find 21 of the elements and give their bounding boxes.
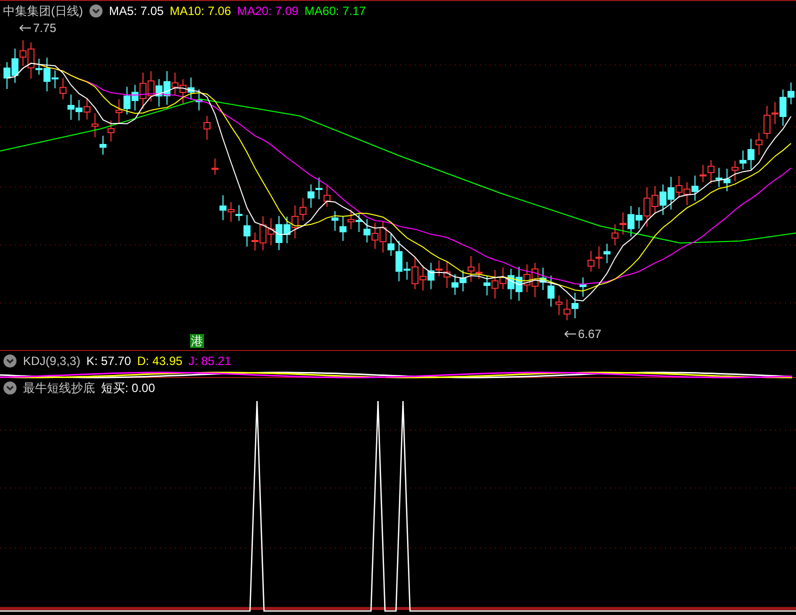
indicator-value: MA5: 7.05 <box>109 4 164 18</box>
indicator-title: KDJ(9,3,3) <box>23 354 80 368</box>
chevron-down-icon[interactable] <box>3 354 17 368</box>
indicator-value: K: 57.70 <box>86 354 132 368</box>
chevron-down-icon[interactable] <box>89 4 103 18</box>
candlestick <box>212 158 218 176</box>
indicator-title: 最牛短线抄底 <box>23 380 95 396</box>
pointer-arrow-icon <box>18 24 32 32</box>
low-price-label: 6.67 <box>578 327 602 341</box>
indicator-value: MA10: 7.06 <box>170 4 232 18</box>
indicator-value: J: 85.21 <box>188 354 232 368</box>
candlestick <box>204 115 210 140</box>
indicator-value: 短买: 0.00 <box>101 380 156 396</box>
hk-badge: 港 <box>190 334 204 348</box>
indicator-value: D: 43.95 <box>137 354 182 368</box>
pointer-arrow-icon <box>563 330 577 338</box>
chevron-down-icon[interactable] <box>3 381 17 395</box>
indicator-value: MA60: 7.17 <box>304 4 366 18</box>
indicator-value: MA20: 7.09 <box>237 4 298 18</box>
high-price-label: 7.75 <box>33 21 56 35</box>
chart-title: 中集集团(日线) <box>3 2 83 20</box>
